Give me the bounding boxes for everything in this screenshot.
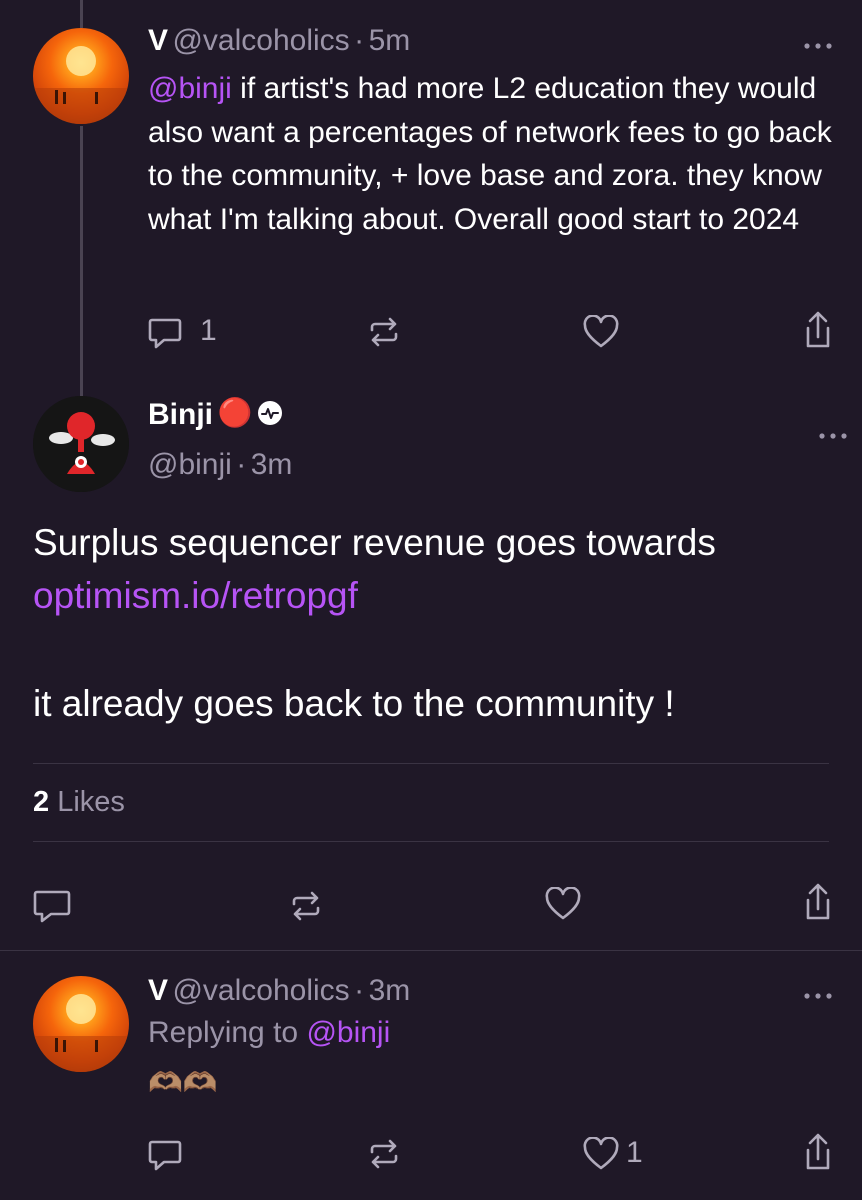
post-text-line1: Surplus sequencer revenue goes towards [33, 522, 716, 563]
share-button[interactable] [803, 882, 833, 922]
avatar[interactable] [33, 28, 129, 124]
timestamp: 5m [368, 24, 411, 57]
like-button[interactable] [583, 1137, 619, 1171]
more-icon [804, 993, 832, 999]
more-options-button[interactable] [803, 38, 833, 56]
meditating-figure-avatar-image [33, 396, 129, 492]
reply-count: 1 [200, 314, 217, 347]
reply-button[interactable] [148, 314, 184, 350]
likes-count: 2 [33, 786, 50, 818]
like-icon [583, 1137, 619, 1170]
handle[interactable]: @valcoholics [172, 24, 349, 57]
repost-button[interactable] [288, 890, 324, 922]
repost-button[interactable] [366, 316, 402, 348]
share-button[interactable] [803, 1132, 833, 1172]
post-body: if artist's had more L2 education they w… [148, 72, 832, 236]
post-emoji: 🫶🏽🫶🏽 [148, 1067, 218, 1098]
share-icon [806, 311, 830, 348]
display-name[interactable]: V [148, 974, 168, 1007]
post-text: @binji if artist's had more L2 education… [148, 67, 838, 241]
likes-summary[interactable]: 2 Likes [33, 786, 125, 819]
more-icon [819, 433, 847, 439]
post-header: V @valcoholics · 5m [148, 24, 410, 58]
avatar[interactable] [33, 396, 129, 492]
divider [33, 841, 829, 842]
more-icon [804, 43, 832, 49]
reply-icon [148, 318, 182, 349]
reply-button[interactable] [33, 886, 73, 924]
share-button[interactable] [803, 310, 833, 350]
handle[interactable]: @valcoholics [172, 974, 349, 1007]
more-options-button[interactable] [803, 988, 833, 1006]
repost-icon [370, 1139, 398, 1169]
like-icon [545, 887, 581, 920]
divider [0, 950, 862, 951]
separator: · [236, 448, 247, 481]
handle[interactable]: @binji [148, 448, 232, 481]
timestamp: 3m [250, 448, 293, 481]
like-button[interactable] [545, 887, 581, 921]
status-emoji: 🔴 [217, 397, 253, 428]
like-count: 1 [626, 1136, 643, 1169]
post-link[interactable]: optimism.io/retropgf [33, 569, 358, 622]
display-name[interactable]: Binji [148, 398, 213, 431]
repost-button[interactable] [366, 1138, 402, 1170]
sunset-avatar-image [33, 994, 129, 1072]
post-header: V @valcoholics · 3m [148, 974, 410, 1008]
reply-button[interactable] [148, 1136, 184, 1172]
repost-icon [292, 891, 320, 921]
mention-link[interactable]: @binji [148, 72, 232, 105]
mention-link[interactable]: @binji [306, 1016, 390, 1049]
divider [33, 763, 829, 764]
thread-line-top [80, 0, 83, 28]
post-header: Binji 🔴 [148, 396, 283, 432]
display-name[interactable]: V [148, 24, 168, 57]
likes-label: Likes [57, 786, 125, 818]
like-button[interactable] [583, 315, 619, 349]
share-icon [806, 1133, 830, 1170]
replying-to-label: Replying to [148, 1016, 307, 1049]
like-icon [583, 315, 619, 348]
thread-line [80, 126, 83, 398]
replying-to: Replying to @binji [148, 1016, 390, 1050]
share-icon [806, 883, 830, 920]
separator: · [354, 974, 365, 1007]
timestamp: 3m [368, 974, 411, 1007]
verified-badge-icon [257, 401, 282, 425]
repost-icon [370, 317, 398, 347]
verified-badge [257, 400, 283, 431]
separator: · [354, 24, 365, 57]
reply-icon [148, 1140, 182, 1171]
sunset-avatar-image [33, 46, 129, 124]
more-options-button[interactable] [818, 428, 848, 446]
reply-icon [33, 890, 71, 923]
avatar[interactable] [33, 976, 129, 1072]
post-text-line2: it already goes back to the community ! [33, 683, 675, 724]
handle-row: @binji · 3m [148, 448, 292, 482]
